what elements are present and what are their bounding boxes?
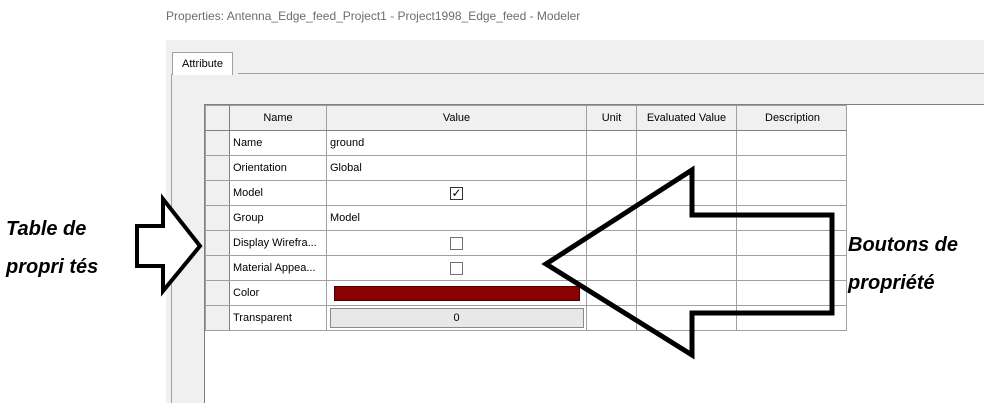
right-pointing-arrow-icon (135, 193, 203, 297)
left-pointing-arrow-icon (541, 165, 835, 360)
annotation-left-line1: Table de (6, 218, 87, 240)
annotation-arrows (135, 165, 835, 360)
annotation-right-line2: propriété (848, 272, 935, 294)
annotation-right-line1: Boutons de (848, 234, 958, 256)
annotation-left-line2: propri tés (6, 256, 99, 278)
